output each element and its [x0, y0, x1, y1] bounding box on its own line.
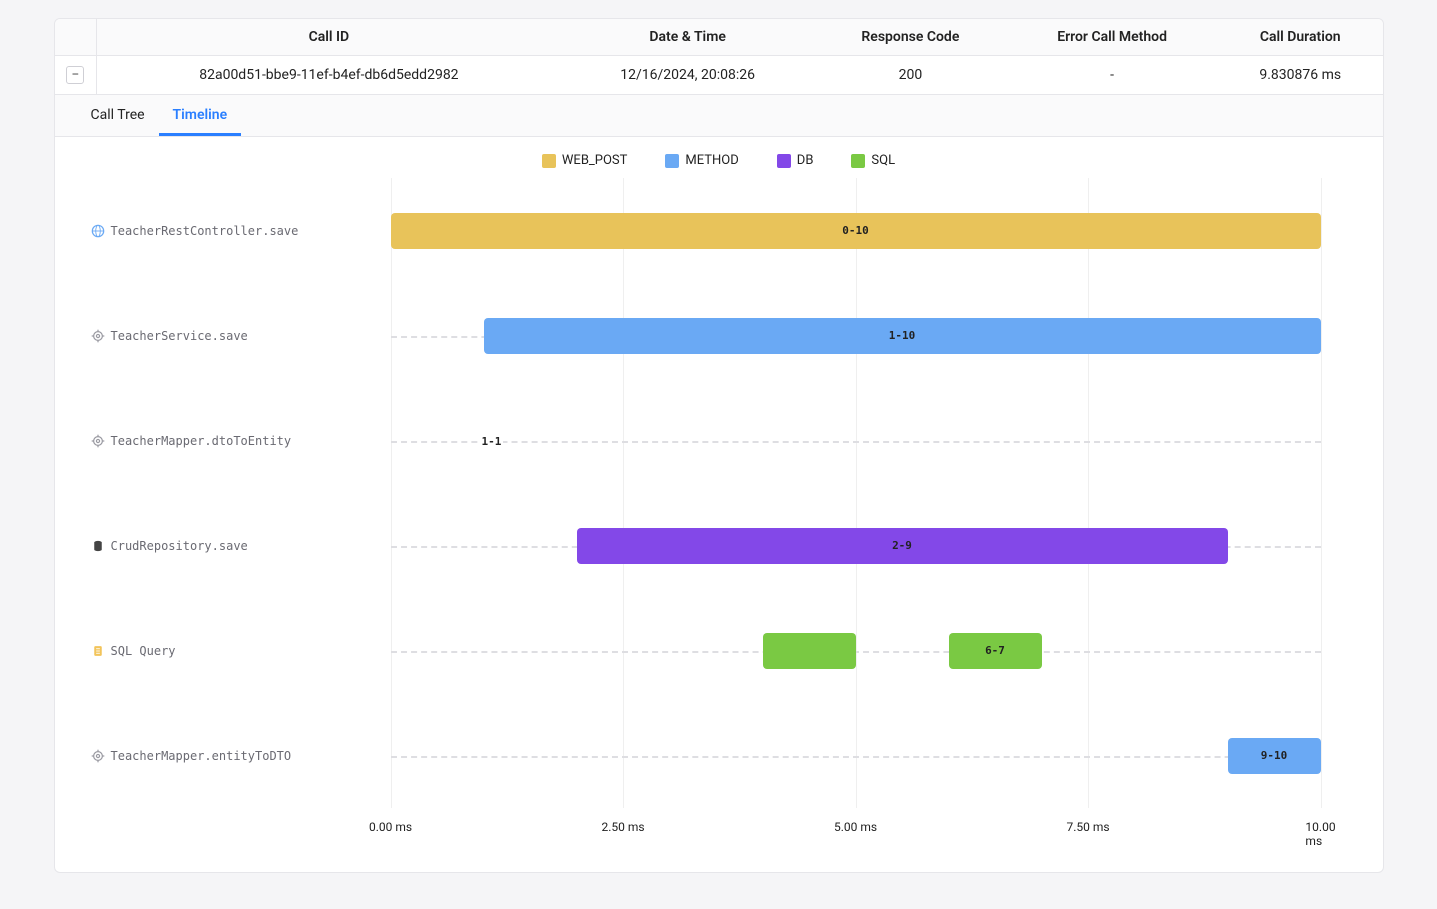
- x-tick: 7.50 ms: [1066, 820, 1109, 834]
- gantt-bar[interactable]: 0-10: [391, 213, 1321, 249]
- gantt-row-label: CrudRepository.save: [91, 539, 371, 553]
- gear-icon: [91, 434, 105, 448]
- legend-label: METHOD: [685, 153, 738, 168]
- gantt-row: SQL Query 6-7: [91, 598, 1347, 703]
- gantt-bar[interactable]: 9-10: [1228, 738, 1321, 774]
- gantt-row: CrudRepository.save 2-9: [91, 493, 1347, 598]
- legend-item[interactable]: METHOD: [665, 153, 738, 168]
- gantt-row: TeacherService.save 1-10: [91, 283, 1347, 388]
- gantt-row-label: TeacherMapper.dtoToEntity: [91, 434, 371, 448]
- gantt-bar[interactable]: 6-7: [949, 633, 1042, 669]
- legend-label: SQL: [871, 153, 895, 168]
- legend-swatch: [777, 154, 791, 168]
- collapse-button[interactable]: −: [66, 66, 84, 84]
- gantt-row-name: TeacherRestController.save: [111, 224, 299, 238]
- legend-item[interactable]: DB: [777, 153, 814, 168]
- gantt-row-label: TeacherRestController.save: [91, 224, 371, 238]
- x-tick: 10.00 ms: [1305, 820, 1335, 848]
- header-response-code: Response Code: [814, 19, 1006, 56]
- legend-swatch: [665, 154, 679, 168]
- gear-icon: [91, 749, 105, 763]
- x-tick: 5.00 ms: [834, 820, 877, 834]
- cell-call-id: 82a00d51-bbe9-11ef-b4ef-db6d5edd2982: [97, 56, 561, 95]
- tab-bar: Call Tree Timeline: [55, 95, 1383, 137]
- legend-swatch: [851, 154, 865, 168]
- globe-icon: [91, 224, 105, 238]
- legend-item[interactable]: WEB_POST: [542, 153, 628, 168]
- tab-timeline[interactable]: Timeline: [159, 95, 242, 136]
- gantt-row-name: TeacherMapper.dtoToEntity: [111, 434, 292, 448]
- db-icon: [91, 539, 105, 553]
- gantt-bar[interactable]: 1-10: [484, 318, 1321, 354]
- gantt-row-name: TeacherMapper.entityToDTO: [111, 749, 292, 763]
- gantt-bar[interactable]: [763, 633, 856, 669]
- gantt-row-baseline: [391, 651, 1321, 653]
- gantt-row-label: TeacherService.save: [91, 329, 371, 343]
- cell-datetime: 12/16/2024, 20:08:26: [561, 56, 815, 95]
- legend-label: DB: [797, 153, 814, 168]
- gantt-bar[interactable]: 2-9: [577, 528, 1228, 564]
- legend-swatch: [542, 154, 556, 168]
- gantt-row-baseline: [391, 441, 1321, 443]
- call-header-table: Call ID Date & Time Response Code Error …: [55, 19, 1383, 95]
- legend-label: WEB_POST: [562, 153, 628, 168]
- x-tick: 0.00 ms: [369, 820, 412, 834]
- header-expand-col: [55, 19, 97, 56]
- header-error-method: Error Call Method: [1006, 19, 1218, 56]
- gear-icon: [91, 329, 105, 343]
- gantt-row: TeacherMapper.entityToDTO 9-10: [91, 703, 1347, 808]
- table-header-row: Call ID Date & Time Response Code Error …: [55, 19, 1383, 56]
- table-row: − 82a00d51-bbe9-11ef-b4ef-db6d5edd2982 1…: [55, 56, 1383, 95]
- x-axis: 0.00 ms2.50 ms5.00 ms7.50 ms10.00 ms: [391, 814, 1321, 844]
- gantt-row-baseline: [391, 756, 1321, 758]
- gantt-row-name: CrudRepository.save: [111, 539, 248, 553]
- gantt-row-label: SQL Query: [91, 644, 371, 658]
- cell-response-code: 200: [814, 56, 1006, 95]
- header-duration: Call Duration: [1218, 19, 1383, 56]
- sql-icon: [91, 644, 105, 658]
- cell-duration: 9.830876 ms: [1218, 56, 1383, 95]
- gantt-bar-label: 1-1: [480, 435, 504, 448]
- gantt-chart: TeacherRestController.save 0-10 TeacherSer…: [55, 178, 1383, 872]
- x-tick: 2.50 ms: [601, 820, 644, 834]
- gantt-row-name: SQL Query: [111, 644, 176, 658]
- gantt-row: TeacherRestController.save 0-10: [91, 178, 1347, 283]
- legend-item[interactable]: SQL: [851, 153, 895, 168]
- gantt-row-name: TeacherService.save: [111, 329, 248, 343]
- gantt-row: TeacherMapper.dtoToEntity 1-1: [91, 388, 1347, 493]
- cell-error-method: -: [1006, 56, 1218, 95]
- tab-call-tree[interactable]: Call Tree: [77, 95, 159, 136]
- header-datetime: Date & Time: [561, 19, 815, 56]
- header-call-id: Call ID: [97, 19, 561, 56]
- gantt-row-label: TeacherMapper.entityToDTO: [91, 749, 371, 763]
- chart-legend: WEB_POST METHOD DB SQL: [55, 137, 1383, 178]
- trace-panel: Call ID Date & Time Response Code Error …: [54, 18, 1384, 873]
